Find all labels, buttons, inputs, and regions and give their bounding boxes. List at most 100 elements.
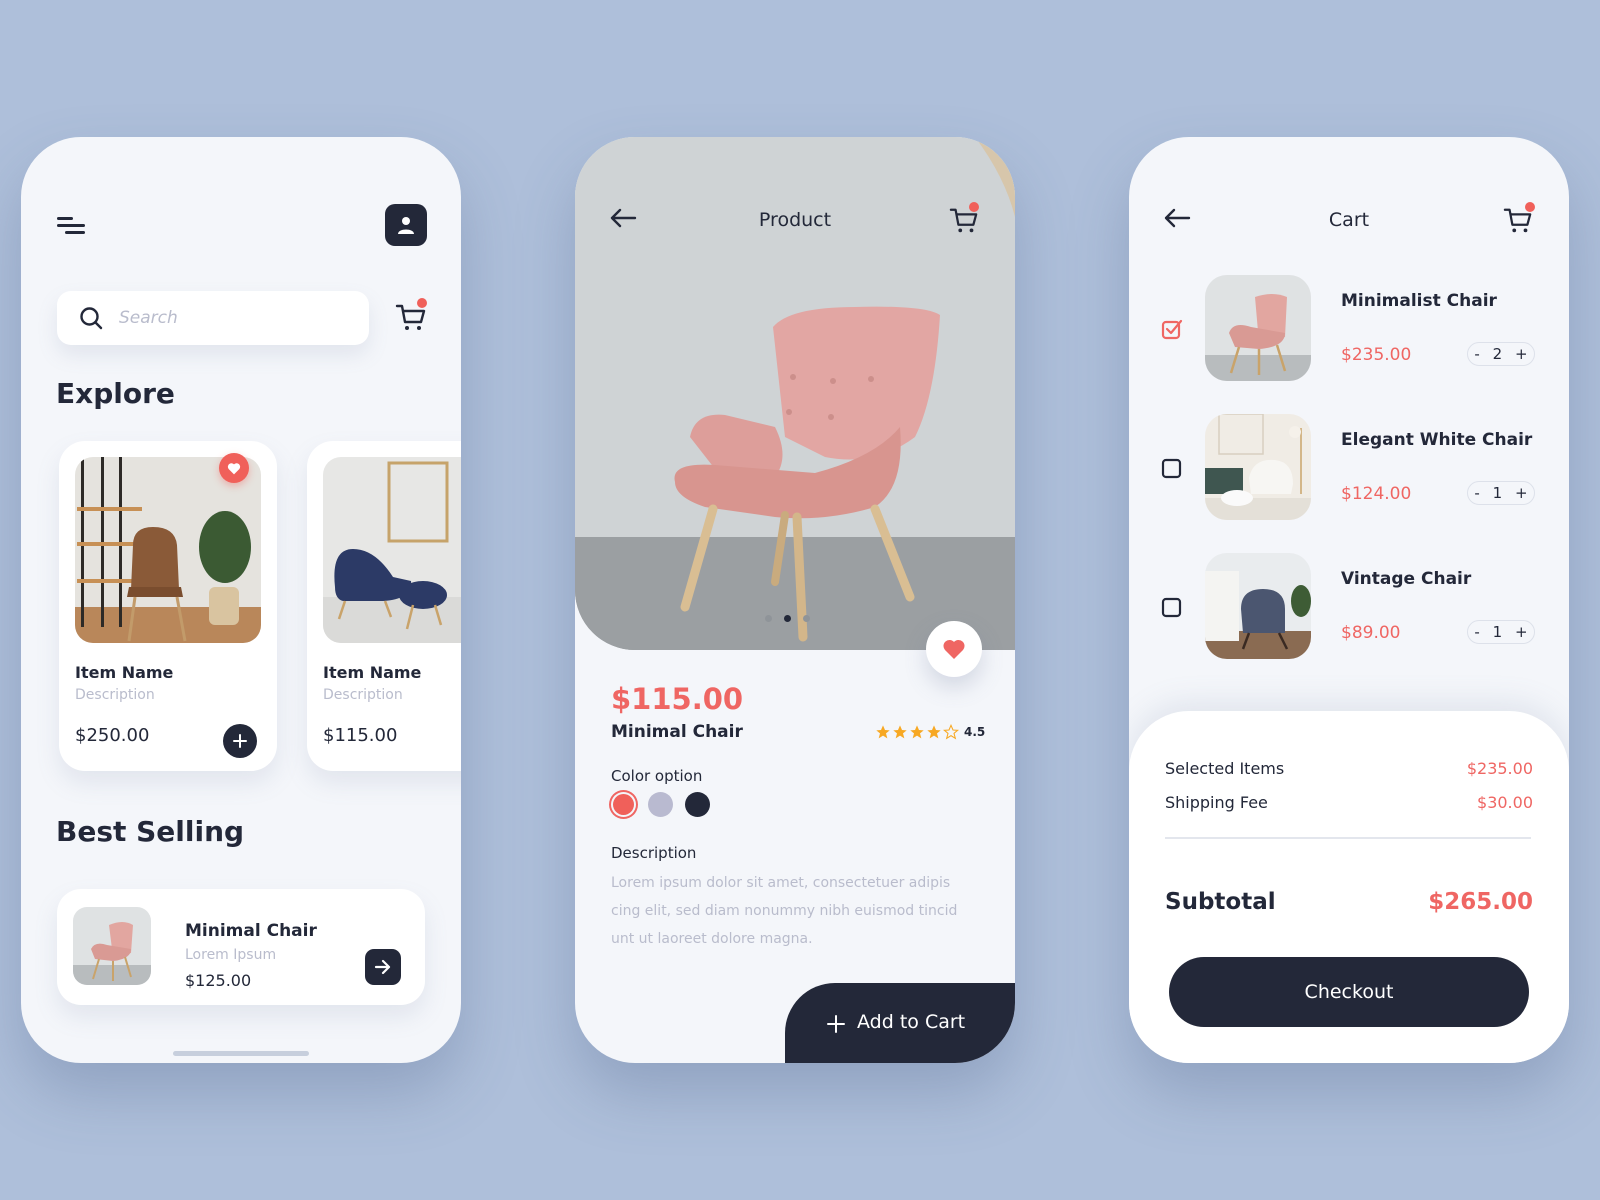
shipping-fee-row: Shipping Fee $30.00 xyxy=(1165,793,1533,812)
quantity-value: 2 xyxy=(1492,345,1503,363)
decrease-button[interactable]: - xyxy=(1474,484,1479,502)
item-price: $250.00 xyxy=(75,725,150,746)
increase-button[interactable]: + xyxy=(1515,623,1528,641)
view-item-button[interactable] xyxy=(365,949,401,985)
plus-icon xyxy=(233,734,247,748)
color-swatch-navy[interactable] xyxy=(685,792,710,817)
star-filled-icon xyxy=(876,725,890,739)
product-image xyxy=(75,457,261,643)
checkout-button[interactable]: Checkout xyxy=(1169,957,1529,1027)
heart-icon xyxy=(943,639,965,659)
cart-badge xyxy=(417,298,427,308)
cart-button[interactable] xyxy=(949,202,979,239)
cart-badge xyxy=(969,202,979,212)
quantity-value: 1 xyxy=(1492,484,1503,502)
color-option-label: Color option xyxy=(611,767,703,785)
subtotal-row: Subtotal $265.00 xyxy=(1165,889,1533,915)
product-thumbnail xyxy=(73,907,151,985)
page-dot[interactable] xyxy=(765,615,772,622)
cart-button[interactable] xyxy=(1503,202,1535,239)
plus-icon xyxy=(827,1015,845,1033)
star-filled-icon xyxy=(893,725,907,739)
favorite-button[interactable] xyxy=(926,621,982,677)
add-to-cart-label: Add to Cart xyxy=(857,1011,966,1033)
item-subtitle: Lorem Ipsum xyxy=(185,947,277,963)
item-price: $235.00 xyxy=(1341,345,1412,365)
home-indicator[interactable] xyxy=(173,1051,309,1056)
star-filled-icon xyxy=(910,725,924,739)
item-price: $115.00 xyxy=(323,725,398,746)
explore-card[interactable]: Item Name Description $115.00 xyxy=(307,441,461,771)
arrow-right-icon xyxy=(374,959,391,975)
explore-title: Explore xyxy=(56,377,175,410)
cart-item: Elegant White Chair $124.00 - 1 + xyxy=(1129,414,1569,520)
color-swatch-lavender[interactable] xyxy=(648,792,673,817)
item-price: $89.00 xyxy=(1341,623,1401,643)
checkbox-empty-icon xyxy=(1161,458,1182,479)
decrease-button[interactable]: - xyxy=(1474,345,1479,363)
item-name: Elegant White Chair xyxy=(1341,430,1533,450)
cart-header: Cart xyxy=(1129,199,1569,239)
order-summary: Selected Items $235.00 Shipping Fee $30.… xyxy=(1129,711,1569,1063)
best-selling-item[interactable]: Minimal Chair Lorem Ipsum $125.00 xyxy=(57,889,425,1005)
product-thumbnail xyxy=(1205,275,1311,381)
quantity-stepper: - 1 + xyxy=(1467,481,1535,505)
item-checkbox[interactable] xyxy=(1161,596,1183,622)
subtotal-value: $265.00 xyxy=(1428,889,1533,915)
quantity-stepper: - 1 + xyxy=(1467,620,1535,644)
page-dot-active[interactable] xyxy=(784,615,791,622)
product-image xyxy=(323,457,461,643)
product-rating: 4.5 xyxy=(875,724,985,740)
search-field[interactable] xyxy=(57,291,369,345)
product-header: Product xyxy=(575,199,1015,239)
item-name: Minimal Chair xyxy=(185,921,317,941)
menu-icon[interactable] xyxy=(57,215,87,237)
product-description: Lorem ipsum dolor sit amet, consectetuer… xyxy=(611,875,958,947)
subtotal-label: Subtotal xyxy=(1165,889,1276,915)
increase-button[interactable]: + xyxy=(1515,345,1528,363)
product-name: Minimal Chair xyxy=(611,722,743,742)
item-name: Item Name xyxy=(75,663,174,682)
color-swatch-coral[interactable] xyxy=(613,794,634,815)
quantity-stepper: - 2 + xyxy=(1467,342,1535,366)
item-checkbox-checked[interactable] xyxy=(1161,318,1183,344)
user-icon xyxy=(398,217,414,234)
selected-items-row: Selected Items $235.00 xyxy=(1165,759,1533,778)
item-description: Description xyxy=(323,687,403,703)
shipping-fee-label: Shipping Fee xyxy=(1165,793,1268,812)
color-options xyxy=(611,792,710,817)
shipping-fee-value: $30.00 xyxy=(1477,793,1533,812)
increase-button[interactable]: + xyxy=(1515,484,1528,502)
cart-item: Vintage Chair $89.00 - 1 + xyxy=(1129,553,1569,659)
search-icon xyxy=(80,307,103,330)
item-checkbox[interactable] xyxy=(1161,457,1183,483)
item-price: $125.00 xyxy=(185,971,252,990)
add-item-button[interactable] xyxy=(223,724,257,758)
decrease-button[interactable]: - xyxy=(1474,623,1479,641)
checkbox-checked-icon xyxy=(1161,319,1183,340)
description-label: Description xyxy=(611,844,697,862)
checkbox-empty-icon xyxy=(1161,597,1182,618)
cart-item: Minimalist Chair $235.00 - 2 + xyxy=(1129,275,1569,381)
item-name: Minimalist Chair xyxy=(1341,291,1497,311)
favorite-badge[interactable] xyxy=(219,453,249,483)
star-filled-icon xyxy=(927,725,941,739)
image-pagination xyxy=(765,615,810,622)
item-description: Description xyxy=(75,687,155,703)
explore-screen: Explore Item Name Description xyxy=(21,137,461,1063)
explore-card[interactable]: Item Name Description $250.00 xyxy=(59,441,277,771)
rating-value: 4.5 xyxy=(964,725,986,739)
best-selling-title: Best Selling xyxy=(56,815,245,848)
page-dot[interactable] xyxy=(803,615,810,622)
add-to-cart-button[interactable]: Add to Cart xyxy=(785,983,1015,1063)
profile-button[interactable] xyxy=(385,204,427,246)
item-name: Item Name xyxy=(323,663,422,682)
star-outline-icon xyxy=(943,724,959,740)
heart-icon xyxy=(227,462,241,474)
selected-items-label: Selected Items xyxy=(1165,759,1285,778)
cart-button[interactable] xyxy=(395,298,427,337)
product-thumbnail xyxy=(1205,553,1311,659)
cart-badge xyxy=(1525,202,1535,212)
item-name: Vintage Chair xyxy=(1341,569,1472,589)
search-input[interactable] xyxy=(119,308,349,328)
